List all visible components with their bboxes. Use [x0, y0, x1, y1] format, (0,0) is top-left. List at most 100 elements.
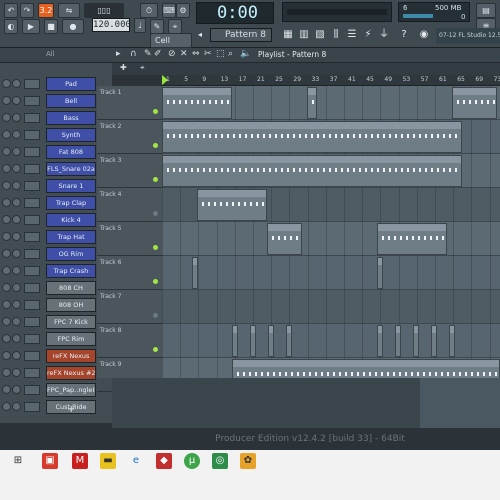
mixer-track-selector[interactable] [24, 147, 40, 157]
channel-button[interactable]: OG Rim [46, 247, 96, 261]
channel-button[interactable]: Trap Clap [46, 196, 96, 210]
track-lane[interactable] [162, 222, 500, 256]
pattern-picker-icon[interactable]: ✚ [120, 63, 127, 72]
track-header[interactable]: Track 5 [97, 222, 162, 256]
pattern-prev-icon[interactable]: ◂ [198, 30, 202, 39]
pattern-clip[interactable] [232, 359, 500, 378]
playlist-window-icon[interactable]: ▦ [282, 28, 294, 42]
paint-tool-icon[interactable]: ✐ [154, 49, 162, 59]
channel-button[interactable]: Pad [46, 77, 96, 91]
draw-tool-icon[interactable]: ✎ [144, 49, 152, 59]
channel-button[interactable]: Trap Crash [46, 264, 96, 278]
redo-icon[interactable]: ↷ [20, 3, 34, 18]
pattern-clip[interactable] [307, 87, 317, 119]
volume-knob[interactable] [12, 164, 21, 173]
mixer-track-selector[interactable] [24, 215, 40, 225]
mute-tool-icon[interactable]: ✕ [180, 49, 188, 59]
channel-button[interactable]: FPC 7 Kick [46, 315, 96, 329]
volume-knob[interactable] [12, 79, 21, 88]
volume-knob[interactable] [12, 334, 21, 343]
pattern-clip[interactable] [197, 189, 267, 221]
pan-knob[interactable] [2, 402, 11, 411]
mixer-window-icon[interactable]: ⫼ [330, 28, 342, 42]
volume-knob[interactable] [12, 351, 21, 360]
playlist-step-icon[interactable]: ⌖ [140, 63, 145, 73]
start-icon[interactable]: ⊞ [10, 453, 26, 469]
select-tool-icon[interactable]: ⬚ [216, 49, 225, 59]
channel-rack-icon[interactable]: ☰ [346, 28, 358, 42]
pattern-clip[interactable] [267, 223, 302, 255]
mixer-track-selector[interactable] [24, 334, 40, 344]
pan-knob[interactable] [2, 283, 11, 292]
folder-icon[interactable]: ▬ [100, 453, 116, 469]
pan-knob[interactable] [2, 113, 11, 122]
help-icon[interactable]: ? [398, 28, 410, 42]
pattern-song-toggle[interactable]: ◐ [4, 19, 18, 34]
channel-button[interactable]: FPC Rim [46, 332, 96, 346]
browser-icon[interactable]: ▧ [314, 28, 326, 42]
mixer-track-selector[interactable] [24, 300, 40, 310]
mixer-track-selector[interactable] [24, 232, 40, 242]
pan-knob[interactable] [2, 385, 11, 394]
play-button[interactable]: ▶ [22, 19, 40, 34]
pattern-clip[interactable] [431, 325, 437, 357]
pattern-clip[interactable] [162, 87, 232, 119]
pattern-clip[interactable] [192, 257, 198, 289]
mixer-track-selector[interactable] [24, 164, 40, 174]
magnet-snap-icon[interactable]: ∩ [130, 49, 137, 59]
volume-knob[interactable] [12, 402, 21, 411]
channel-button[interactable]: FPC_Pap..ngleII [46, 383, 96, 397]
piano-roll-icon[interactable]: ▥ [298, 28, 310, 42]
volume-knob[interactable] [12, 317, 21, 326]
slip-tool-icon[interactable]: ⇔ [192, 49, 200, 59]
channel-button[interactable]: Kick 4 [46, 213, 96, 227]
pan-knob[interactable] [2, 147, 11, 156]
pan-knob[interactable] [2, 232, 11, 241]
pattern-clip[interactable] [449, 325, 455, 357]
pan-knob[interactable] [2, 215, 11, 224]
plugin-picker-icon[interactable]: ⚡ [362, 28, 374, 42]
mixer-track-selector[interactable] [24, 402, 40, 412]
pan-knob[interactable] [2, 130, 11, 139]
mixer-track-selector[interactable] [24, 96, 40, 106]
loop-icon[interactable]: ⇋ [58, 3, 80, 18]
pan-knob[interactable] [2, 334, 11, 343]
track-enable-led[interactable] [153, 211, 158, 216]
delete-tool-icon[interactable]: ⊘ [168, 49, 176, 59]
pattern-clip[interactable] [268, 325, 274, 357]
fl-studio-icon[interactable]: ✿ [240, 453, 256, 469]
mixer-track-selector[interactable] [24, 113, 40, 123]
online-icon[interactable]: ◉ [418, 28, 430, 42]
undo-icon[interactable]: ↶ [4, 3, 18, 18]
playback-tool-icon[interactable]: 🔈 [240, 49, 251, 59]
wait-icon[interactable]: ⏱ [140, 3, 158, 18]
track-header[interactable]: Track 7 [97, 290, 162, 324]
utorrent-icon[interactable]: μ [184, 453, 200, 469]
track-lane[interactable] [162, 290, 500, 324]
stop-button[interactable]: ■ [44, 19, 58, 34]
plug-icon[interactable]: ⏚ [378, 28, 390, 42]
channel-button[interactable]: Synth [46, 128, 96, 142]
channel-button[interactable]: reFX Nexus [46, 349, 96, 363]
mixer-track-selector[interactable] [24, 351, 40, 361]
app-icon-red[interactable]: ▣ [42, 453, 58, 469]
edge-icon[interactable]: e [128, 453, 144, 469]
step-edit-icon[interactable]: ⌨ [162, 3, 176, 18]
mixer-track-selector[interactable] [24, 181, 40, 191]
volume-knob[interactable] [12, 368, 21, 377]
pencil-tool-icon[interactable]: ✎ [150, 19, 164, 34]
blend-icon[interactable]: ⚙ [176, 3, 190, 18]
add-channel-button[interactable]: + [67, 404, 75, 415]
time-display[interactable]: 0:00 00 [196, 2, 274, 41]
slice-tool-icon[interactable]: ✂ [204, 49, 212, 59]
volume-knob[interactable] [12, 266, 21, 275]
channel-button[interactable]: 808 OH [46, 298, 96, 312]
track-enable-led[interactable] [153, 245, 158, 250]
mixer-track-selector[interactable] [24, 368, 40, 378]
pattern-list-icon[interactable]: ▤ [476, 3, 496, 18]
pattern-clip[interactable] [162, 121, 462, 153]
record-button[interactable]: ● [62, 19, 84, 34]
volume-knob[interactable] [12, 181, 21, 190]
zoom-tool-icon[interactable]: ⌕ [228, 49, 233, 59]
track-header[interactable]: Track 2 [97, 120, 162, 154]
